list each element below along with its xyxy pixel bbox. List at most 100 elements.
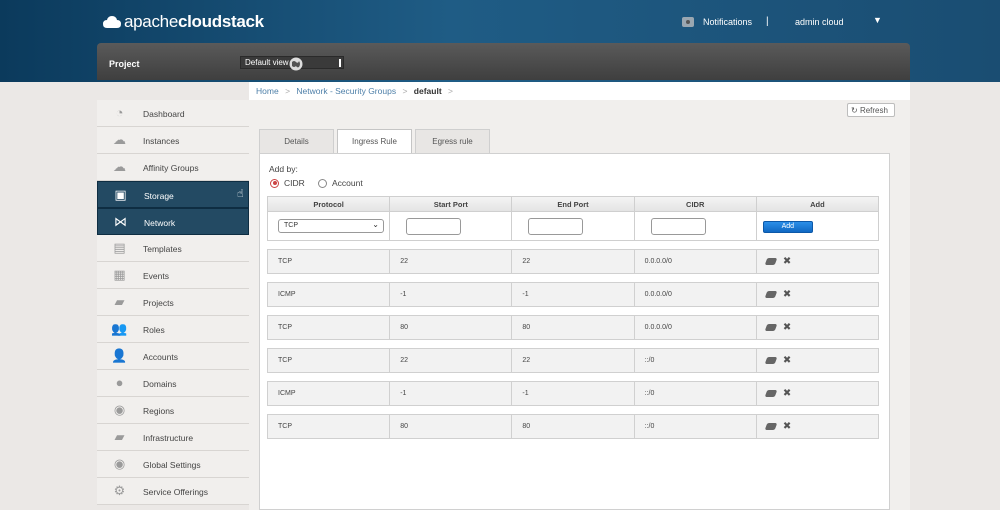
radio-button[interactable] [318,178,327,188]
globe-icon[interactable] [289,57,303,71]
cell-protocol: TCP [268,415,391,438]
cell-cidr: ::/0 [635,349,757,372]
breadcrumb-section[interactable]: Network - Security Groups [296,86,396,96]
logo-text-bold: cloudstack [177,12,264,31]
tag-icon[interactable] [764,390,778,397]
cell-protocol: TCP [268,349,391,372]
column-header-add: Add [810,200,825,209]
sidebar-item-service-offerings[interactable]: ⚙ Service Offerings [97,478,249,505]
sidebar-item-label: Roles [143,325,165,335]
radio-account[interactable]: Account [318,178,363,188]
table-row: ICMP -1 -1 0.0.0.0/0 ✖ [267,282,879,307]
sidebar-item-templates[interactable]: ▤ Templates [97,235,249,262]
sidebar-item-label: Global Settings [143,460,201,470]
sidebar-item-regions[interactable]: ◉ Regions [97,397,249,424]
tag-icon[interactable] [764,324,778,331]
cell-protocol: ICMP [268,382,391,405]
sidebar-item-label: Templates [143,244,182,254]
add-by-label: Add by: [269,164,298,174]
affinity-icon: ☁ [113,159,126,174]
cell-start-port: 80 [390,415,513,438]
tag-icon[interactable] [764,357,778,364]
globe-settings-icon: ◉ [113,456,126,471]
cell-cidr: ::/0 [635,382,757,405]
domains-icon: ● [115,375,124,390]
logo-text-light: apache [124,12,178,31]
sidebar-item-storage[interactable]: ▣ Storage ☝ [97,181,249,208]
column-header-end-port: End Port [512,197,635,211]
events-icon: ▦ [113,267,126,282]
breadcrumb: Home > Network - Security Groups > defau… [249,82,910,100]
sidebar-item-label: Affinity Groups [143,163,199,173]
cell-end-port: -1 [512,382,635,405]
cell-cidr: 0.0.0.0/0 [635,250,757,273]
sidebar-item-events[interactable]: ▦ Events [97,262,249,289]
radio-button-selected[interactable] [270,178,279,188]
tag-icon[interactable] [764,291,778,298]
cell-end-port: 22 [512,250,635,273]
tag-icon[interactable] [764,423,778,430]
sidebar-item-label: Accounts [143,352,178,362]
user-menu[interactable]: admin cloud [795,17,844,27]
sidebar-item-label: Network [144,218,176,228]
sidebar: ◔ Dashboard ☁ Instances ☁ Affinity Groups ▣ Sto… [97,100,249,505]
tab-details[interactable]: Details [259,129,334,153]
protocol-select[interactable]: TCP ⌄ [278,219,384,233]
sidebar-item-infrastructure[interactable]: ▰ Infrastructure [97,424,249,451]
tab-ingress-rule[interactable]: Ingress Rule [337,129,412,154]
table-row: TCP 22 22::/0 ✖ [267,348,879,373]
cell-end-port: 80 [512,415,635,438]
notification-icon [682,17,694,27]
breadcrumb-arrow: > [402,86,408,96]
cell-start-port: 22 [390,250,513,273]
app-logo[interactable]: apachecloudstack [102,12,264,32]
close-icon[interactable]: ✖ [783,316,791,340]
new-rule-row: TCP ⌄ Add [267,212,879,241]
cell-actions: ✖ [757,283,878,306]
refresh-label: Refresh [859,106,888,115]
radio-cidr[interactable]: CIDR [270,178,305,188]
cell-start-port: 22 [390,349,513,372]
close-icon[interactable]: ✖ [783,349,791,373]
refresh-button[interactable]: ↻ Refresh [847,103,895,117]
radio-account-label: Account [332,178,363,188]
cell-cidr: ::/0 [635,415,757,438]
dashboard-icon: ◔ [115,105,124,120]
sidebar-item-label: Projects [143,298,174,308]
close-icon[interactable]: ✖ [783,415,791,439]
sidebar-item-network[interactable]: ⋈ Network [97,208,249,235]
sidebar-item-dashboard[interactable]: ◔ Dashboard [97,100,249,127]
column-header-cidr: CIDR [635,197,757,211]
close-icon[interactable]: ✖ [783,250,791,274]
sidebar-item-domains[interactable]: ● Domains [97,370,249,397]
sidebar-item-projects[interactable]: ▰ Projects [97,289,249,316]
sidebar-item-affinity-groups[interactable]: ☁ Affinity Groups [97,154,249,181]
close-icon[interactable]: ✖ [783,283,791,307]
sidebar-item-label: Service Offerings [143,487,209,497]
start-port-input[interactable] [406,218,462,235]
cell-start-port: 80 [390,316,513,339]
cloud-icon: ☁ [113,132,126,147]
sidebar-item-instances[interactable]: ☁ Instances [97,127,249,154]
project-label: Project [109,59,140,69]
chevron-down-icon[interactable]: ▼ [873,15,882,25]
breadcrumb-current: default [413,86,442,96]
tab-egress-rule[interactable]: Egress rule [415,129,490,153]
sidebar-item-label: Storage [144,191,174,201]
close-icon[interactable]: ✖ [783,382,791,406]
sidebar-item-accounts[interactable]: 👤 Accounts [97,343,249,370]
sidebar-item-global-settings[interactable]: ◉ Global Settings [97,451,249,478]
chevron-down-icon: ⌄ [372,220,379,229]
sidebar-item-label: Dashboard [143,109,185,119]
cloud-logo-icon [102,14,122,30]
notifications-button[interactable]: Notifications [682,17,752,27]
cell-actions: ✖ [757,415,878,438]
sidebar-item-roles[interactable]: 👥 Roles [97,316,249,343]
table-row: TCP 80 80::/0 ✖ [267,414,879,439]
tag-icon[interactable] [764,258,778,265]
cell-start-port: -1 [390,283,513,306]
cidr-input[interactable] [650,218,706,235]
end-port-input[interactable] [528,218,584,235]
breadcrumb-home[interactable]: Home [256,86,279,96]
add-rule-button[interactable]: Add [762,221,813,233]
